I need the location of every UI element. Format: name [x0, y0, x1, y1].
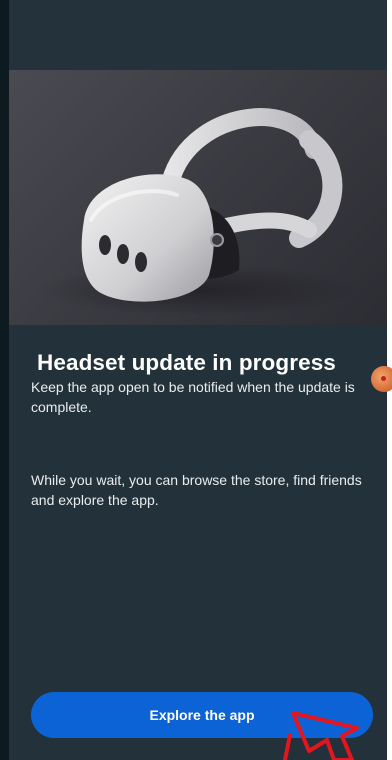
keep-open-message: Keep the app open to be notified when th…: [31, 379, 355, 415]
page-title: Headset update in progress: [37, 350, 336, 375]
bubble-dot: [381, 376, 386, 381]
while-you-wait-message: While you wait, you can browse the store…: [31, 472, 362, 508]
vr-headset-illustration: [39, 108, 359, 316]
floating-chat-bubble-icon[interactable]: [371, 366, 392, 392]
update-panel: Headset update in progress Keep the app …: [9, 0, 387, 760]
left-edge-strip: [0, 0, 9, 760]
hero-image: [9, 70, 387, 325]
update-screen: Headset update in progress Keep the app …: [0, 0, 392, 760]
top-bar: [9, 0, 387, 70]
explore-app-button[interactable]: Explore the app: [31, 692, 373, 738]
